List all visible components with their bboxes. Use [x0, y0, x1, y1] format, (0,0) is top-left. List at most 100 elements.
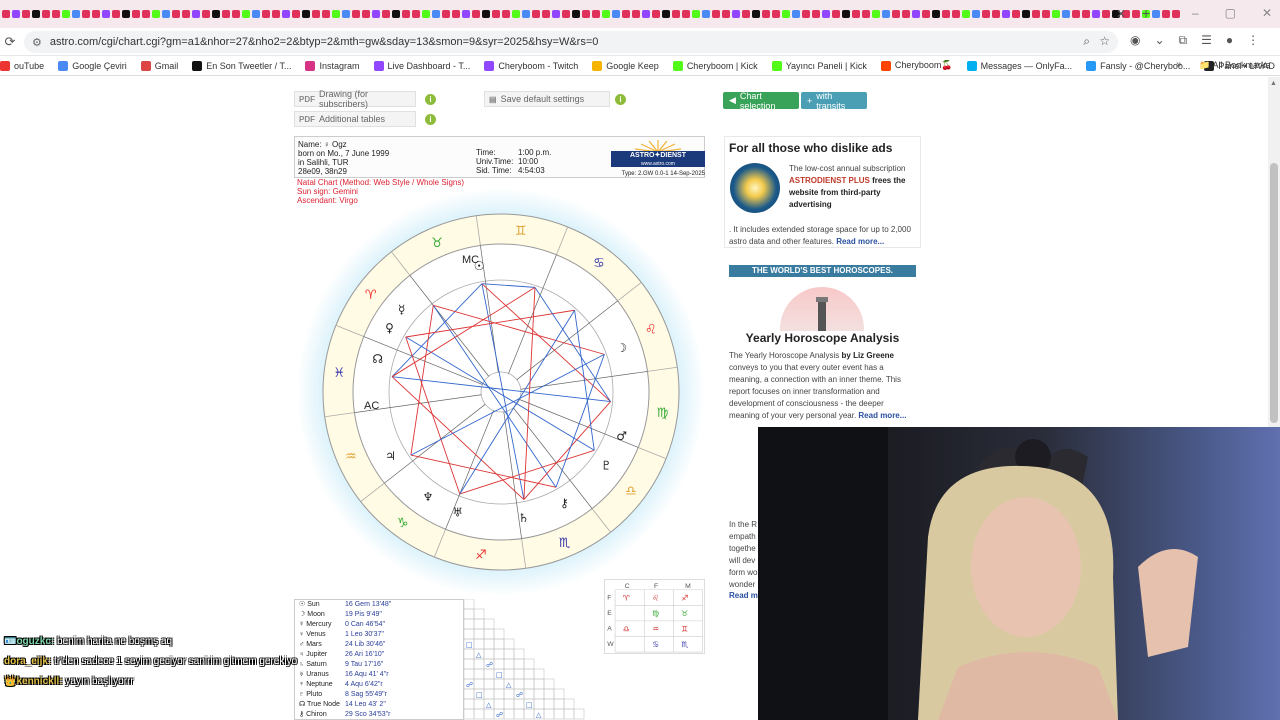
bookmark-item[interactable]: Yayıncı Paneli | Kick	[771, 60, 867, 71]
tab-favicon[interactable]	[422, 10, 430, 18]
bookmark-star-icon[interactable]: ☆	[1099, 34, 1110, 48]
tab-favicon[interactable]	[552, 10, 560, 18]
chart-selection-button[interactable]: ◀ Chart selection	[723, 91, 799, 111]
pdf-drawing-link[interactable]: PDF Drawing (for subscribers)	[294, 89, 416, 109]
pdf-tables-link[interactable]: PDF Additional tables	[294, 111, 416, 127]
bookmark-item[interactable]: Gmail	[140, 60, 178, 71]
tab-favicon[interactable]	[162, 10, 170, 18]
bookmark-item[interactable]: Live Dashboard - T...	[373, 60, 470, 71]
tab-favicon[interactable]	[352, 10, 360, 18]
tab-favicon[interactable]	[692, 10, 700, 18]
tab-favicon[interactable]	[142, 10, 150, 18]
bookmark-item[interactable]: Cheryboom🍒	[880, 60, 953, 71]
tab-favicon[interactable]	[382, 10, 390, 18]
tab-favicon[interactable]	[322, 10, 330, 18]
tab-favicon[interactable]	[712, 10, 720, 18]
tab-favicon[interactable]	[832, 10, 840, 18]
tab-favicon[interactable]	[42, 10, 50, 18]
tab-favicon[interactable]	[272, 10, 280, 18]
tab-favicon[interactable]	[962, 10, 970, 18]
tab-favicon[interactable]	[502, 10, 510, 18]
tab-favicon[interactable]	[662, 10, 670, 18]
bookmark-item[interactable]: Cheryboom | Kick	[672, 60, 758, 71]
tab-favicon[interactable]	[152, 10, 160, 18]
yearly-horoscope-title[interactable]: Yearly Horoscope Analysis	[729, 331, 916, 345]
tab-favicon[interactable]	[682, 10, 690, 18]
tab-favicon[interactable]	[822, 10, 830, 18]
tab-favicon[interactable]	[1082, 10, 1090, 18]
tab-favicon[interactable]	[972, 10, 980, 18]
tab-favicon[interactable]	[182, 10, 190, 18]
tab-favicon[interactable]	[522, 10, 530, 18]
tab-favicon[interactable]	[82, 10, 90, 18]
tab-favicon[interactable]	[612, 10, 620, 18]
downloads-icon[interactable]: ⌄	[1154, 33, 1164, 48]
tab-favicon[interactable]	[102, 10, 110, 18]
tab-favicon[interactable]	[592, 10, 600, 18]
info-icon[interactable]: i	[425, 114, 436, 125]
tab-favicon[interactable]	[732, 10, 740, 18]
tab-favicon[interactable]	[702, 10, 710, 18]
all-bookmarks[interactable]: 📁 All Bookmarks	[1199, 60, 1270, 71]
tab-favicon[interactable]	[752, 10, 760, 18]
tab-favicon[interactable]	[852, 10, 860, 18]
lighthouse-image[interactable]	[780, 287, 864, 331]
scroll-thumb[interactable]	[1270, 163, 1278, 423]
bookmark-item[interactable]: ouTube	[0, 60, 44, 71]
maximize-button[interactable]: ▢	[1225, 6, 1236, 20]
tab-favicon[interactable]	[342, 10, 350, 18]
site-info-icon[interactable]: ⚙	[32, 36, 42, 49]
tab-favicon[interactable]	[802, 10, 810, 18]
tab-favicon[interactable]	[1172, 10, 1180, 18]
tab-favicon[interactable]	[1062, 10, 1070, 18]
tab-favicon[interactable]	[242, 10, 250, 18]
tab-favicon[interactable]	[672, 10, 680, 18]
tab-favicon[interactable]	[12, 10, 20, 18]
tab-close-icon[interactable]: ✕	[1116, 7, 1126, 21]
tab-favicon[interactable]	[812, 10, 820, 18]
tab-favicon[interactable]	[1042, 10, 1050, 18]
tab-favicon[interactable]	[862, 10, 870, 18]
tab-favicon[interactable]	[402, 10, 410, 18]
tab-favicon[interactable]	[1072, 10, 1080, 18]
new-tab-button[interactable]: +	[1142, 5, 1150, 21]
tab-favicon[interactable]	[232, 10, 240, 18]
tab-favicon[interactable]	[992, 10, 1000, 18]
tab-favicon[interactable]	[212, 10, 220, 18]
profile-avatar[interactable]: ●	[1226, 33, 1233, 48]
tab-favicon[interactable]	[722, 10, 730, 18]
tab-favicon[interactable]	[1092, 10, 1100, 18]
tab-favicon[interactable]	[1052, 10, 1060, 18]
tab-favicon[interactable]	[742, 10, 750, 18]
bookmark-item[interactable]: Cheryboom - Twitch	[484, 60, 578, 71]
tab-favicon[interactable]	[902, 10, 910, 18]
reload-icon[interactable]: ⟳	[0, 34, 20, 50]
tab-favicon[interactable]	[942, 10, 950, 18]
tab-favicon[interactable]	[292, 10, 300, 18]
tab-favicon[interactable]	[1002, 10, 1010, 18]
tab-favicon[interactable]	[372, 10, 380, 18]
tab-favicon[interactable]	[762, 10, 770, 18]
tab-favicon[interactable]	[112, 10, 120, 18]
bookmark-item[interactable]: Google Keep	[592, 60, 659, 71]
tab-favicon[interactable]	[582, 10, 590, 18]
tab-favicon[interactable]	[1102, 10, 1110, 18]
tab-favicon[interactable]	[482, 10, 490, 18]
address-bar[interactable]: ⚙ astro.com/cgi/chart.cgi?gm=a1&nhor=27&…	[24, 31, 1118, 53]
close-window-button[interactable]: ✕	[1262, 6, 1272, 20]
natal-chart-wheel[interactable]: ♊♉♈♓♒♑♐♏♎♍♌♋ ☉☽☿♀♂♃♄♅♆♇☊⚷ MC AC	[296, 187, 706, 597]
tab-favicon[interactable]	[122, 10, 130, 18]
tab-favicon[interactable]	[52, 10, 60, 18]
tab-favicon[interactable]	[62, 10, 70, 18]
info-icon[interactable]: i	[615, 94, 626, 105]
tab-favicon[interactable]	[772, 10, 780, 18]
tab-favicon[interactable]	[472, 10, 480, 18]
tab-favicon[interactable]	[982, 10, 990, 18]
tab-favicon[interactable]	[302, 10, 310, 18]
tab-favicon[interactable]	[252, 10, 260, 18]
astrodienst-logo[interactable]: ASTRO✦DIENST www.astro.com Type: 2.GW 0.…	[611, 139, 705, 177]
tab-favicon[interactable]	[392, 10, 400, 18]
tab-favicon[interactable]	[602, 10, 610, 18]
info-icon[interactable]: i	[425, 94, 436, 105]
menu-icon[interactable]: ⋮	[1247, 33, 1259, 48]
